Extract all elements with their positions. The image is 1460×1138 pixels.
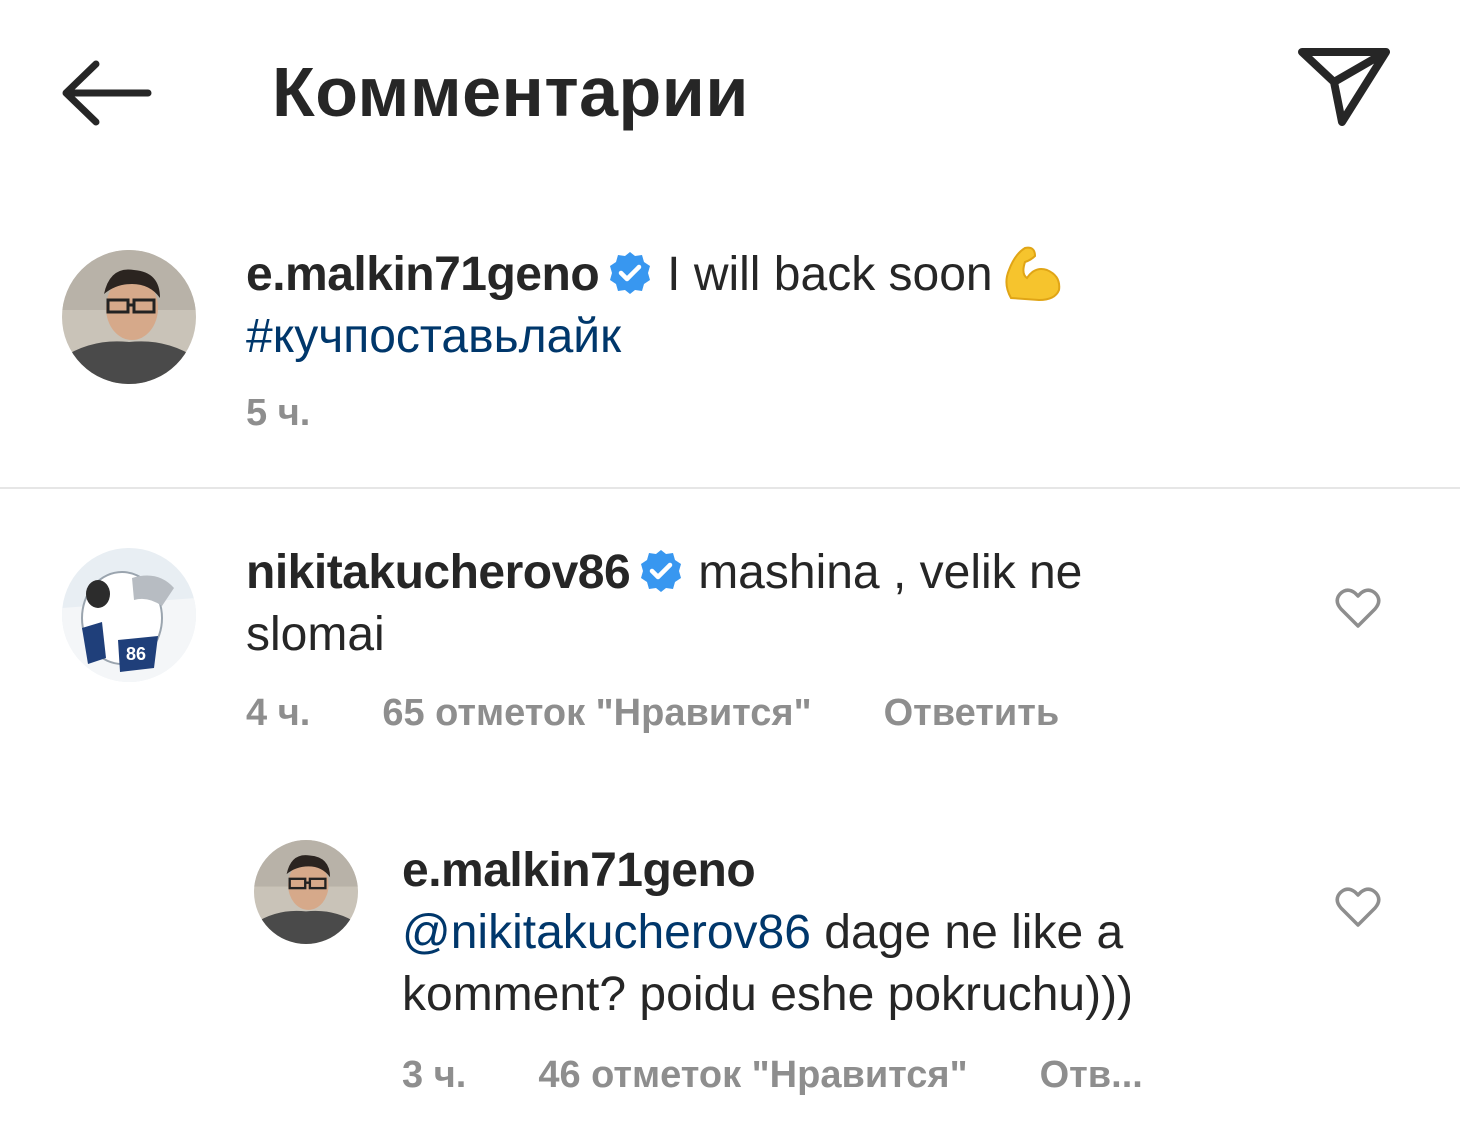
username[interactable]: e.malkin71geno xyxy=(402,844,756,897)
heart-icon[interactable] xyxy=(1335,587,1381,629)
verified-badge-icon xyxy=(641,550,682,593)
timestamp: 3 ч. xyxy=(402,1054,467,1096)
comment-body-line1: dage ne like a xyxy=(824,906,1124,959)
comment-body-line2: komment? poidu eshe pokruchu))) xyxy=(402,968,1134,1021)
reply-button[interactable]: Отв... xyxy=(1040,1054,1143,1096)
caption-body: I will back soon xyxy=(667,248,993,301)
username[interactable]: e.malkin71geno xyxy=(246,248,600,301)
likes-count-link[interactable]: 65 отметок "Нравится" xyxy=(382,692,811,734)
mention-link[interactable]: @nikitakucherov86 xyxy=(402,906,811,959)
verified-badge-icon xyxy=(610,252,651,295)
avatar[interactable] xyxy=(254,840,358,944)
reply-button[interactable]: Ответить xyxy=(884,692,1060,734)
username[interactable]: nikitakucherov86 xyxy=(246,546,631,599)
timestamp: 4 ч. xyxy=(246,692,311,734)
header-bar: Комментарии xyxy=(0,0,1460,180)
hashtag-link[interactable]: #кучпоставьлайк xyxy=(246,310,621,363)
comment-text: nikitakucherov86 mashina , velik ne sloma… xyxy=(246,542,1286,666)
comment-body-line1: mashina , velik ne xyxy=(698,546,1083,599)
comment-meta: 4 ч. 65 отметок "Нравится" Ответить xyxy=(246,692,1131,735)
comment-body-line2: slomai xyxy=(246,608,385,661)
svg-text:86: 86 xyxy=(126,644,146,664)
comment-meta: 3 ч. 46 отметок "Нравится" Отв... xyxy=(402,1054,1215,1097)
flexed-biceps-icon xyxy=(1005,247,1060,302)
heart-icon[interactable] xyxy=(1335,886,1381,928)
reply-comment-text: e.malkin71geno @nikitakucherov86 dage ne… xyxy=(402,840,1302,1026)
page-title: Комментарии xyxy=(272,53,749,131)
avatar[interactable] xyxy=(62,250,196,384)
timestamp: 5 ч. xyxy=(246,392,311,434)
arrow-left-icon[interactable] xyxy=(62,60,152,126)
paper-plane-icon[interactable] xyxy=(1298,46,1390,126)
caption-text: e.malkin71geno I will back soon #кучпоста… xyxy=(246,244,1246,368)
divider xyxy=(0,487,1460,489)
avatar[interactable]: 86 xyxy=(62,548,196,682)
likes-count-link[interactable]: 46 отметок "Нравится" xyxy=(538,1054,967,1096)
caption-meta: 5 ч. xyxy=(246,392,382,435)
